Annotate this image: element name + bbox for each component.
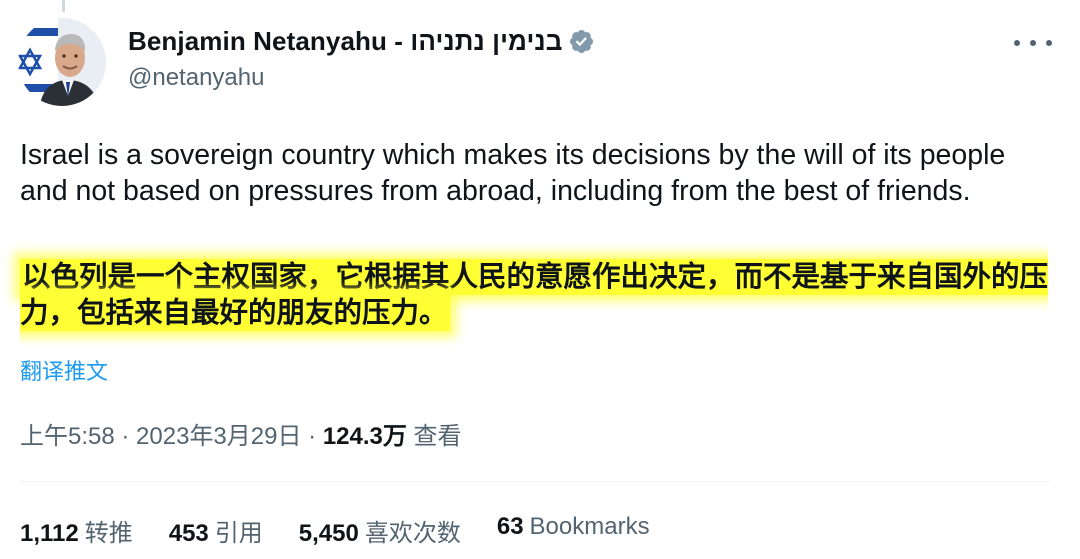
more-dot — [1046, 40, 1052, 46]
handle[interactable]: @netanyahu — [128, 64, 264, 92]
bookmarks-stat[interactable]: 63 Bookmarks — [497, 513, 650, 548]
more-dot — [1014, 40, 1020, 46]
display-name-row: Benjamin Netanyahu - בנימין נתניהו — [128, 26, 595, 57]
quotes-stat[interactable]: 453 引用 — [169, 513, 263, 548]
bookmarks-label: Bookmarks — [529, 513, 650, 540]
meta-separator: · — [301, 423, 323, 450]
thread-line — [62, 0, 65, 12]
retweets-count: 1,112 — [20, 520, 79, 547]
translate-tweet-link[interactable]: 翻译推文 — [20, 354, 108, 386]
avatar[interactable] — [18, 18, 106, 106]
translated-text: 以色列是一个主权国家，它根据其人民的意愿作出决定，而不是基于来自国外的压力，包括… — [20, 259, 1049, 331]
meta-separator: · — [114, 423, 137, 450]
more-dot — [1030, 40, 1036, 46]
quotes-count: 453 — [168, 520, 209, 547]
engagement-stats: 1,112 转推 453 引用 5,450 喜欢次数 63 Bookmarks — [20, 513, 686, 548]
tweet-date[interactable]: 2023年3月29日 — [136, 423, 301, 450]
tweet: Benjamin Netanyahu - בנימין נתניהו @neta… — [0, 0, 1080, 559]
translated-text-block: 以色列是一个主权国家，它根据其人民的意愿作出决定，而不是基于来自国外的压力，包括… — [20, 259, 1060, 331]
divider — [20, 481, 1050, 482]
likes-label: 喜欢次数 — [364, 520, 461, 547]
quotes-label: 引用 — [214, 520, 263, 547]
verified-badge-icon[interactable] — [568, 28, 595, 55]
tweet-text: Israel is a sovereign country which make… — [20, 139, 1006, 207]
tweet-meta: 上午5:58 · 2023年3月29日 · 124.3万 查看 — [20, 416, 462, 451]
retweets-stat[interactable]: 1,112 转推 — [20, 513, 133, 548]
tweet-time[interactable]: 上午5:58 — [20, 423, 115, 450]
views-label: 查看 — [413, 423, 462, 450]
likes-count: 5,450 — [298, 520, 359, 547]
likes-stat[interactable]: 5,450 喜欢次数 — [299, 513, 461, 548]
profile-photo-icon — [18, 18, 106, 106]
bookmarks-count: 63 — [496, 513, 524, 540]
display-name[interactable]: Benjamin Netanyahu - בנימין נתניהו — [128, 26, 562, 57]
views-count: 124.3万 — [322, 423, 407, 450]
retweets-label: 转推 — [84, 520, 133, 547]
more-options-icon[interactable] — [1014, 30, 1052, 56]
